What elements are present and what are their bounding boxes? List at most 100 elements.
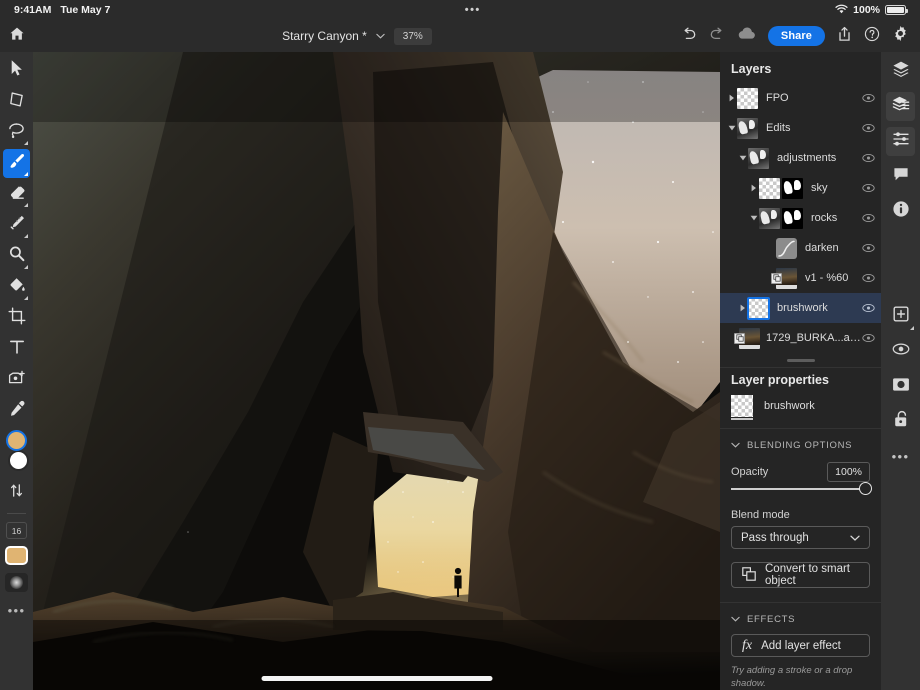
blending-options-section-header[interactable]: BLENDING OPTIONS (720, 429, 881, 458)
curves-adjustment-thumbnail[interactable] (776, 238, 797, 259)
foreground-color-swatch[interactable] (6, 430, 27, 451)
select-tool[interactable] (3, 56, 30, 85)
home-button[interactable] (0, 26, 33, 47)
eye-icon[interactable] (861, 123, 875, 133)
layer-thumbnail[interactable] (748, 148, 769, 169)
heal-tool[interactable] (3, 211, 30, 240)
opacity-slider[interactable] (720, 482, 881, 500)
eye-icon[interactable] (861, 273, 875, 283)
home-icon (9, 26, 25, 47)
cloud-sync-button[interactable] (737, 27, 756, 45)
layer-row-rocks[interactable]: rocks (720, 203, 881, 233)
toolbar-more-button[interactable]: ••• (8, 604, 26, 617)
effects-section-header[interactable]: EFFECTS (720, 603, 881, 632)
unlock-icon (893, 410, 909, 433)
brush-size-field[interactable]: 16 (6, 522, 27, 539)
opacity-input[interactable]: 100% (827, 462, 870, 482)
panel-resize-grabber[interactable] (787, 359, 815, 362)
zoom-level-badge[interactable]: 37% (394, 28, 432, 45)
image-canvas[interactable] (33, 52, 720, 690)
help-button[interactable] (864, 26, 880, 47)
disclosure-collapsed-icon[interactable] (748, 184, 759, 192)
text-tool[interactable] (3, 335, 30, 364)
eraser-tool[interactable] (3, 180, 30, 209)
layer-thumbnail[interactable] (759, 208, 780, 229)
convert-to-smart-object-button[interactable]: Convert to smart object (731, 562, 870, 588)
effects-hint: Try adding a stroke or a drop shadow. (720, 657, 881, 690)
layer-properties-button[interactable] (886, 92, 915, 121)
disclosure-expanded-icon[interactable] (726, 125, 737, 131)
eyedropper-icon (8, 400, 26, 423)
place-image-tool[interactable] (3, 366, 30, 395)
brush-preset-button[interactable] (5, 573, 28, 592)
disclosure-collapsed-icon[interactable] (726, 94, 737, 102)
disclosure-expanded-icon[interactable] (748, 215, 759, 221)
crop-tool[interactable] (3, 304, 30, 333)
mask-icon (892, 377, 910, 397)
layer-properties-target: brushwork (720, 395, 881, 428)
layer-thumbnail[interactable] (748, 298, 769, 319)
adjustments-button[interactable] (886, 127, 915, 156)
layer-name: FPO (766, 92, 861, 104)
active-color-chip[interactable] (5, 546, 28, 565)
layer-thumbnail[interactable] (737, 88, 758, 109)
tool-flyout-indicator (24, 296, 28, 300)
layer-thumbnails (737, 88, 758, 109)
eye-icon[interactable] (861, 243, 875, 253)
brush-tool[interactable] (3, 149, 30, 178)
layer-thumbnail[interactable] (737, 118, 758, 139)
undo-button[interactable] (681, 27, 697, 46)
layer-mask-thumbnail[interactable] (782, 208, 803, 229)
paint-bucket-icon (8, 276, 26, 299)
lasso-tool[interactable] (3, 118, 30, 147)
opacity-slider-handle[interactable] (859, 482, 872, 495)
layer-row-background-photo[interactable]: 1729_BURKA...anced-NR33 (720, 323, 881, 353)
layer-thumbnail[interactable] (759, 178, 780, 199)
blend-mode-select[interactable]: Pass through (731, 526, 870, 549)
eye-icon[interactable] (861, 93, 875, 103)
chevron-down-icon[interactable] (376, 32, 385, 41)
disclosure-collapsed-icon[interactable] (737, 304, 748, 312)
color-swatches[interactable] (3, 430, 30, 478)
battery-icon (885, 5, 906, 15)
layer-row-darken[interactable]: darken (720, 233, 881, 263)
layer-visibility-button[interactable] (886, 337, 915, 366)
eye-icon[interactable] (861, 303, 875, 313)
redo-button[interactable] (709, 27, 725, 46)
background-color-swatch[interactable] (8, 450, 29, 471)
layer-name: Edits (766, 122, 861, 134)
add-layer-effect-button[interactable]: fx Add layer effect (731, 634, 870, 657)
eyedropper-tool[interactable] (3, 397, 30, 426)
info-button[interactable] (886, 197, 915, 226)
eye-icon[interactable] (861, 333, 875, 343)
right-icon-rail: ••• (881, 52, 920, 690)
document-title-group[interactable]: Starry Canyon * 37% (33, 28, 681, 45)
layers-list: FPO Edits (720, 83, 881, 353)
lock-button[interactable] (886, 407, 915, 436)
swap-colors-button[interactable] (3, 478, 30, 507)
eye-icon[interactable] (861, 153, 875, 163)
layer-mask-thumbnail[interactable] (782, 178, 803, 199)
layer-row-edits[interactable]: Edits (720, 113, 881, 143)
layer-row-fpo[interactable]: FPO (720, 83, 881, 113)
export-button[interactable] (837, 26, 852, 47)
layer-row-v1[interactable]: v1 - %60 (720, 263, 881, 293)
battery-percent-label: 100% (853, 4, 880, 16)
layers-panel-button[interactable] (886, 57, 915, 86)
layer-row-brushwork[interactable]: brushwork (720, 293, 881, 323)
share-button[interactable]: Share (768, 26, 825, 46)
layer-row-adjustments[interactable]: adjustments (720, 143, 881, 173)
eye-icon[interactable] (861, 183, 875, 193)
zoom-tool[interactable] (3, 242, 30, 271)
disclosure-expanded-icon[interactable] (737, 155, 748, 161)
comments-button[interactable] (886, 162, 915, 191)
rail-more-button[interactable]: ••• (892, 450, 910, 463)
mask-button[interactable] (886, 372, 915, 401)
add-layer-button[interactable] (886, 302, 915, 331)
chevron-down-icon (850, 532, 860, 544)
layer-row-sky[interactable]: sky (720, 173, 881, 203)
eye-icon[interactable] (861, 213, 875, 223)
settings-button[interactable] (892, 25, 909, 47)
fill-tool[interactable] (3, 273, 30, 302)
transform-tool[interactable] (3, 87, 30, 116)
